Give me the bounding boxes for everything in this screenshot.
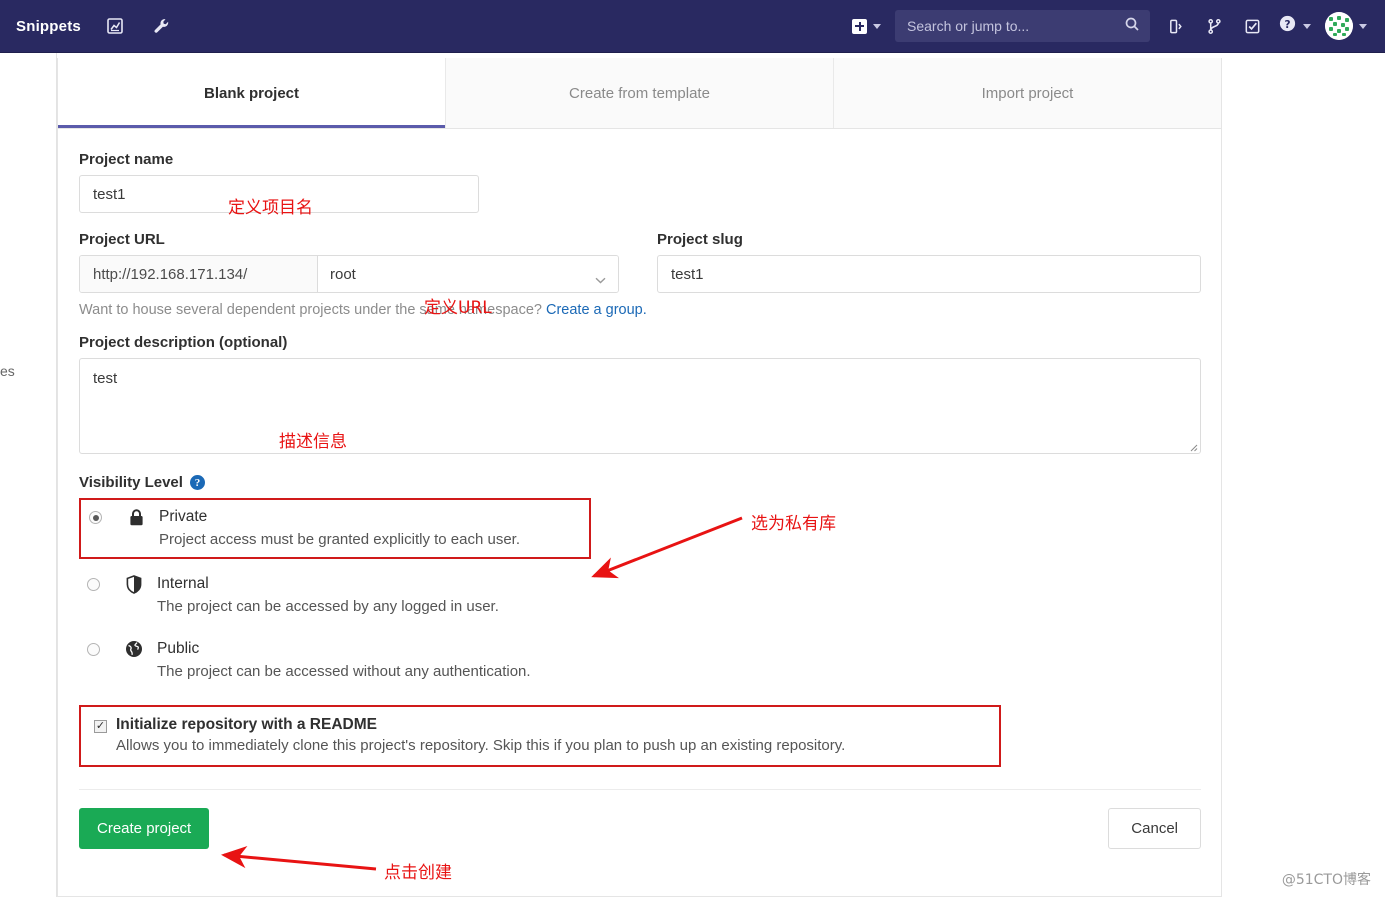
radio-private[interactable]: [89, 511, 102, 524]
project-url-control: http://192.168.171.134/ root: [79, 255, 619, 293]
tab-label: Import project: [981, 84, 1074, 102]
anno-description: 描述信息: [279, 432, 347, 452]
anno-url: 定义URL: [424, 298, 492, 318]
new-dropdown-button[interactable]: [852, 18, 881, 34]
url-slug-row: Project URL http://192.168.171.134/ root…: [79, 231, 1201, 293]
project-type-tabs: Blank project Create from template Impor…: [58, 58, 1221, 129]
visibility-internal-body: Internal The project can be accessed by …: [157, 574, 499, 617]
visibility-private-title: Private: [159, 508, 208, 525]
visibility-public-desc: The project can be accessed without any …: [157, 663, 531, 680]
anno-project-name: 定义项目名: [228, 198, 313, 218]
search-box[interactable]: [895, 10, 1150, 42]
help-circle-icon[interactable]: ?: [189, 475, 205, 490]
project-url-label: Project URL: [79, 231, 165, 248]
chart-icon[interactable]: [103, 14, 127, 38]
visibility-level-header: Visibility Level ?: [79, 474, 1201, 491]
todos-icon[interactable]: [1240, 14, 1264, 38]
project-description-textarea[interactable]: test: [79, 358, 1201, 454]
namespace-value: root: [330, 265, 356, 283]
checkbox-initialize-readme[interactable]: ✓: [94, 720, 107, 733]
lock-icon: [125, 508, 147, 527]
visibility-private-body: Private Project access must be granted e…: [159, 507, 520, 550]
radio-public[interactable]: [87, 643, 100, 656]
create-project-button[interactable]: Create project: [79, 808, 210, 849]
project-description-label: Project description (optional): [79, 334, 288, 351]
watermark: @51CTO博客: [1281, 872, 1371, 888]
navbar-right-group: ?: [852, 10, 1385, 42]
search-icon: [1124, 16, 1140, 37]
tab-label: Blank project: [203, 84, 300, 102]
project-url-prefix: http://192.168.171.134/: [80, 256, 318, 292]
project-description-value: test: [93, 370, 118, 387]
user-menu-button[interactable]: [1325, 12, 1367, 40]
readme-desc: Allows you to immediately clone this pro…: [116, 737, 846, 754]
readme-option[interactable]: ✓ Initialize repository with a README Al…: [79, 705, 1001, 767]
globe-icon: [123, 640, 145, 658]
visibility-option-internal[interactable]: Internal The project can be accessed by …: [79, 567, 1201, 624]
top-navbar: Snippets Search or jump to... ?: [0, 0, 1385, 53]
shield-icon: [123, 575, 145, 594]
anno-create: 点击创建: [384, 863, 452, 883]
svg-text:?: ?: [1284, 19, 1290, 31]
sidebar-clipped-label: es: [0, 363, 15, 379]
navbar-left-group: Snippets: [0, 14, 173, 38]
namespace-helper: Want to house several dependent projects…: [79, 302, 1201, 318]
form-actions: Create project Cancel: [79, 789, 1201, 849]
anno-private: 选为私有库: [751, 514, 836, 534]
search-input[interactable]: [905, 17, 1124, 35]
visibility-public-body: Public The project can be accessed witho…: [157, 639, 531, 682]
project-url-group: Project URL http://192.168.171.134/ root: [79, 231, 619, 293]
radio-internal[interactable]: [87, 578, 100, 591]
visibility-option-public[interactable]: Public The project can be accessed witho…: [79, 632, 1201, 689]
cancel-button[interactable]: Cancel: [1108, 808, 1201, 849]
new-project-panel: Blank project Create from template Impor…: [57, 58, 1222, 897]
namespace-select[interactable]: root: [318, 256, 618, 292]
tab-import-project[interactable]: Import project: [834, 58, 1221, 128]
wrench-icon[interactable]: [149, 14, 173, 38]
project-slug-input[interactable]: test1: [657, 255, 1201, 293]
visibility-internal-desc: The project can be accessed by any logge…: [157, 598, 499, 615]
project-slug-value: test1: [671, 265, 704, 283]
tab-blank-project[interactable]: Blank project: [58, 58, 446, 128]
visibility-internal-title: Internal: [157, 575, 209, 592]
project-name-label: Project name: [79, 151, 174, 168]
project-name-value: test1: [93, 185, 126, 203]
visibility-public-title: Public: [157, 640, 200, 657]
resize-handle[interactable]: [1186, 439, 1198, 452]
create-a-group-link[interactable]: Create a group.: [546, 302, 647, 318]
navbar-brand[interactable]: Snippets: [16, 18, 81, 35]
help-dropdown-button[interactable]: ?: [1278, 14, 1311, 38]
merge-requests-icon[interactable]: [1164, 14, 1188, 38]
new-project-form: Project name test1 Project URL http://19…: [58, 129, 1221, 849]
visibility-private-desc: Project access must be granted explicitl…: [159, 531, 521, 548]
issues-icon[interactable]: [1202, 14, 1226, 38]
project-slug-label: Project slug: [657, 231, 743, 248]
tab-label: Create from template: [569, 84, 710, 102]
visibility-level-label: Visibility Level: [79, 474, 183, 491]
visibility-options: Private Project access must be granted e…: [79, 498, 1201, 689]
chevron-down-icon: [873, 23, 881, 29]
readme-body: Initialize repository with a README Allo…: [116, 716, 845, 754]
question-icon: ?: [1278, 14, 1297, 38]
tab-create-from-template[interactable]: Create from template: [446, 58, 834, 128]
readme-title: Initialize repository with a README: [116, 716, 377, 733]
chevron-down-icon: [1303, 23, 1311, 29]
chevron-down-icon: [595, 271, 606, 284]
sidebar-clipped: es: [0, 53, 57, 897]
plus-icon: [852, 18, 867, 34]
project-slug-group: Project slug test1: [657, 231, 1201, 293]
visibility-option-private[interactable]: Private Project access must be granted e…: [79, 498, 591, 559]
chevron-down-icon: [1359, 23, 1367, 29]
avatar: [1325, 12, 1353, 40]
